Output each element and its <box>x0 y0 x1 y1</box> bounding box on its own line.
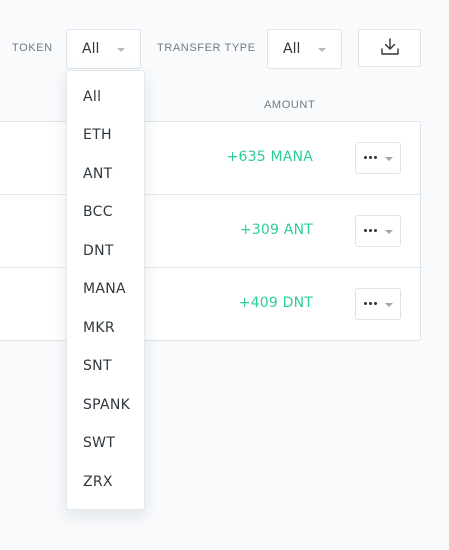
token-dropdown-menu: All ETH ANT BCC DNT MANA MKR SNT SPANK S… <box>66 70 145 510</box>
transfer-type-filter-label: TRANSFER TYPE <box>157 42 256 54</box>
chevron-down-icon <box>385 157 393 161</box>
table-row: +635 MANA <box>0 122 420 195</box>
export-button[interactable] <box>358 29 421 67</box>
transfers-table: +635 MANA +309 ANT +409 DNT <box>0 121 421 341</box>
download-icon <box>381 38 399 55</box>
chevron-down-icon <box>318 48 326 52</box>
chevron-down-icon <box>385 303 393 307</box>
token-option-zrx[interactable]: ZRX <box>83 473 113 491</box>
transfer-amount: +409 DNT <box>238 295 313 311</box>
transfer-type-dropdown[interactable]: All <box>267 29 342 69</box>
row-actions-button[interactable] <box>355 215 401 247</box>
more-icon <box>364 302 379 305</box>
token-option-ant[interactable]: ANT <box>83 165 113 183</box>
token-option-all[interactable]: All <box>83 88 101 106</box>
token-option-spank[interactable]: SPANK <box>83 396 130 414</box>
transfer-amount: +309 ANT <box>239 222 313 238</box>
transfer-amount: +635 MANA <box>226 149 313 165</box>
table-row: +309 ANT <box>0 195 420 268</box>
token-option-eth[interactable]: ETH <box>83 126 112 144</box>
amount-column-header: AMOUNT <box>264 99 316 111</box>
chevron-down-icon <box>117 48 125 52</box>
token-option-swt[interactable]: SWT <box>83 434 115 452</box>
token-option-mana[interactable]: MANA <box>83 280 126 298</box>
token-option-bcc[interactable]: BCC <box>83 203 113 221</box>
row-actions-button[interactable] <box>355 142 401 174</box>
more-icon <box>364 156 379 159</box>
table-row: +409 DNT <box>0 268 420 340</box>
token-option-dnt[interactable]: DNT <box>83 242 114 260</box>
more-icon <box>364 229 379 232</box>
transfer-type-dropdown-value: All <box>283 41 301 57</box>
token-option-snt[interactable]: SNT <box>83 357 112 375</box>
chevron-down-icon <box>385 230 393 234</box>
token-option-mkr[interactable]: MKR <box>83 319 115 337</box>
row-actions-button[interactable] <box>355 288 401 320</box>
token-dropdown[interactable]: All <box>66 29 141 69</box>
token-filter-label: TOKEN <box>12 42 53 54</box>
token-dropdown-value: All <box>82 41 100 57</box>
